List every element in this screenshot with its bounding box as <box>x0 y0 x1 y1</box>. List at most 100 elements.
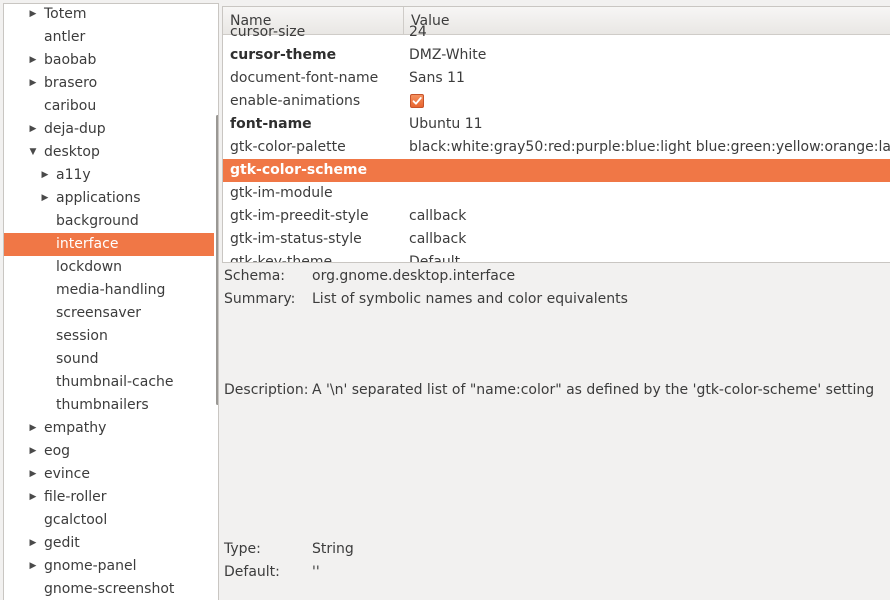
tree-item-eog[interactable]: ▶ eog <box>4 440 214 463</box>
tree-item-gedit[interactable]: ▶ gedit <box>4 532 214 555</box>
type-label: Type: <box>224 541 261 557</box>
tree-item-label: thumbnail-cache <box>56 374 174 390</box>
tree-item-caribou[interactable]: caribou <box>4 95 214 118</box>
tree-item-label: baobab <box>44 52 97 68</box>
tree-item-session[interactable]: session <box>4 325 214 348</box>
tree-item-label: media-handling <box>56 282 166 298</box>
tree-item-desktop[interactable]: ▼ desktop <box>4 141 214 164</box>
key-name: gtk-im-status-style <box>230 231 362 247</box>
tree-item-label: gedit <box>44 535 80 551</box>
triangle-down-icon[interactable]: ▼ <box>27 141 39 164</box>
key-row-font-name[interactable]: font-name Ubuntu 11 <box>223 113 890 136</box>
key-value: Default <box>409 254 461 263</box>
tree-item-empathy[interactable]: ▶ empathy <box>4 417 214 440</box>
tree-item-label: brasero <box>44 75 98 91</box>
tree-item-label: eog <box>44 443 71 459</box>
key-name: font-name <box>230 116 312 132</box>
key-row-gtk-im-module[interactable]: gtk-im-module <box>223 182 890 205</box>
triangle-right-icon[interactable]: ▶ <box>27 4 39 26</box>
triangle-right-icon[interactable]: ▶ <box>27 555 39 578</box>
key-row-gtk-im-status-style[interactable]: gtk-im-status-style callback <box>223 228 890 251</box>
key-name: enable-animations <box>230 93 361 109</box>
tree-item-gnome-panel[interactable]: ▶ gnome-panel <box>4 555 214 578</box>
tree-item-brasero[interactable]: ▶ brasero <box>4 72 214 95</box>
tree-item-thumbnail-cache[interactable]: thumbnail-cache <box>4 371 214 394</box>
tree-item-evince[interactable]: ▶ evince <box>4 463 214 486</box>
tree-item-label: a11y <box>56 167 91 183</box>
tree-item-lockdown[interactable]: lockdown <box>4 256 214 279</box>
tree-item-gcalctool[interactable]: gcalctool <box>4 509 214 532</box>
summary-value: List of symbolic names and color equival… <box>312 291 628 307</box>
tree-item-label: lockdown <box>56 259 123 275</box>
key-name: gtk-im-preedit-style <box>230 208 369 224</box>
default-label: Default: <box>224 564 280 580</box>
description-label: Description: <box>224 382 309 398</box>
tree-item-applications[interactable]: ▶ applications <box>4 187 214 210</box>
tree-item-label: Totem <box>44 6 87 22</box>
tree-item-background[interactable]: background <box>4 210 214 233</box>
triangle-right-icon[interactable]: ▶ <box>27 440 39 463</box>
key-value: 24 <box>409 24 427 40</box>
enable-animations-checkbox[interactable] <box>410 94 424 108</box>
checkmark-icon <box>412 97 422 105</box>
key-row-gtk-key-theme[interactable]: gtk-key-theme Default <box>223 251 890 263</box>
tree-item-label: desktop <box>44 144 100 160</box>
key-value: DMZ-White <box>409 47 487 63</box>
tree-item-gnome-screenshot[interactable]: gnome-screenshot <box>4 578 214 600</box>
tree-item-label: antler <box>44 29 86 45</box>
triangle-right-icon[interactable]: ▶ <box>27 417 39 440</box>
key-value: Sans 11 <box>409 70 465 86</box>
tree-item-media-handling[interactable]: media-handling <box>4 279 214 302</box>
key-name: document-font-name <box>230 70 379 86</box>
tree-item-file-roller[interactable]: ▶ file-roller <box>4 486 214 509</box>
key-name: gtk-color-scheme <box>230 162 368 178</box>
tree-item-screensaver[interactable]: screensaver <box>4 302 214 325</box>
key-name: gtk-key-theme <box>230 254 333 263</box>
key-row-cursor-size[interactable]: cursor-size 24 <box>223 21 890 44</box>
tree-item-label: applications <box>56 190 141 206</box>
key-row-gtk-im-preedit-style[interactable]: gtk-im-preedit-style callback <box>223 205 890 228</box>
tree-item-label: caribou <box>44 98 97 114</box>
key-name: cursor-size <box>230 24 306 40</box>
keys-table[interactable]: Name Value cursor-size 24 cursor-theme DMZ-… <box>222 6 890 263</box>
tree-item-interface[interactable]: interface <box>4 233 214 256</box>
key-value: Ubuntu 11 <box>409 116 483 132</box>
tree-item-antler[interactable]: antler <box>4 26 214 49</box>
tree-item-sound[interactable]: sound <box>4 348 214 371</box>
schema-tree[interactable]: ▶ Totem antler ▶ baobab ▶ brasero caribou ▶ deja-… <box>3 3 219 600</box>
key-name: gtk-color-palette <box>230 139 346 155</box>
key-value: black:white:gray50:red:purple:blue:light… <box>409 139 890 155</box>
tree-item-thumbnailers[interactable]: thumbnailers <box>4 394 214 417</box>
tree-item-label: thumbnailers <box>56 397 149 413</box>
key-name: gtk-im-module <box>230 185 333 201</box>
key-row-gtk-color-palette[interactable]: gtk-color-palette black:white:gray50:red:… <box>223 136 890 159</box>
key-row-cursor-theme[interactable]: cursor-theme DMZ-White <box>223 44 890 67</box>
key-row-gtk-color-scheme[interactable]: gtk-color-scheme <box>223 159 890 182</box>
tree-item-label: background <box>56 213 139 229</box>
tree-item-label: gnome-panel <box>44 558 137 574</box>
key-row-document-font-name[interactable]: document-font-name Sans 11 <box>223 67 890 90</box>
triangle-right-icon[interactable]: ▶ <box>27 118 39 141</box>
tree-item-label: evince <box>44 466 90 482</box>
tree-item-label: sound <box>56 351 99 367</box>
default-value: '' <box>312 564 320 580</box>
key-value: callback <box>409 208 467 224</box>
triangle-right-icon[interactable]: ▶ <box>27 486 39 509</box>
key-row-enable-animations[interactable]: enable-animations <box>223 90 890 113</box>
tree-item-label: empathy <box>44 420 107 436</box>
tree-item-deja-dup[interactable]: ▶ deja-dup <box>4 118 214 141</box>
triangle-right-icon[interactable]: ▶ <box>27 72 39 95</box>
summary-label: Summary: <box>224 291 296 307</box>
key-value: callback <box>409 231 467 247</box>
triangle-right-icon[interactable]: ▶ <box>27 49 39 72</box>
triangle-right-icon[interactable]: ▶ <box>27 532 39 555</box>
tree-item-totem[interactable]: ▶ Totem <box>4 4 214 26</box>
triangle-right-icon[interactable]: ▶ <box>27 463 39 486</box>
description-value: A '\n' separated list of "name:color" as… <box>312 382 875 398</box>
tree-item-baobab[interactable]: ▶ baobab <box>4 49 214 72</box>
triangle-right-icon[interactable]: ▶ <box>39 187 51 210</box>
tree-item-label: screensaver <box>56 305 142 321</box>
triangle-right-icon[interactable]: ▶ <box>39 164 51 187</box>
tree-item-a11y[interactable]: ▶ a11y <box>4 164 214 187</box>
tree-scrollbar[interactable] <box>216 115 218 405</box>
